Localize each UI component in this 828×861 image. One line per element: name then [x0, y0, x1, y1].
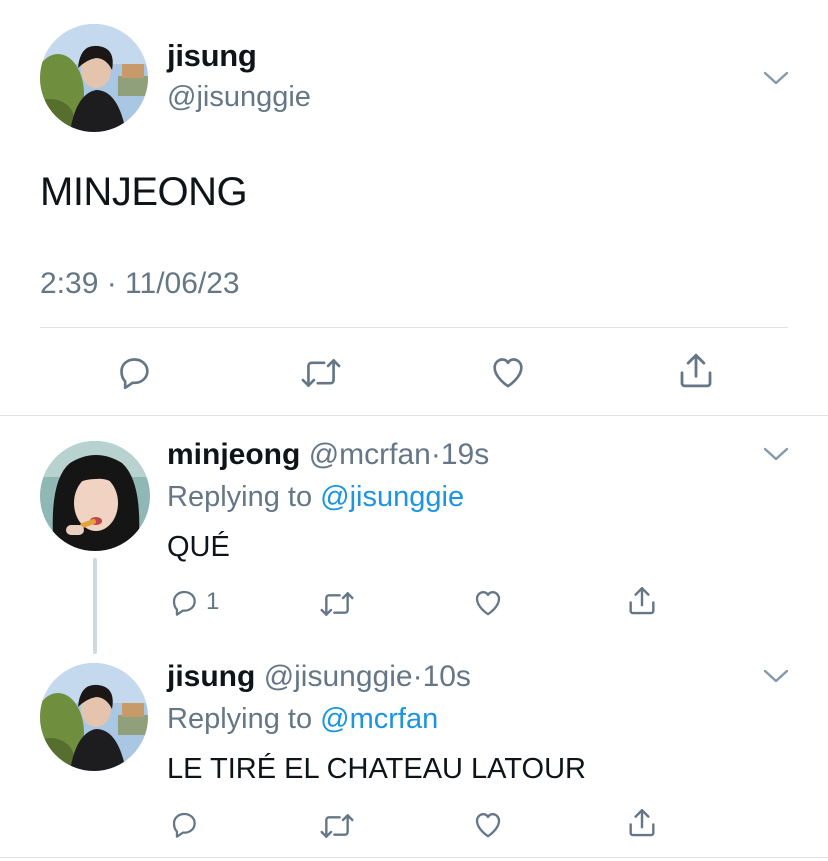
reply-icon — [172, 812, 196, 838]
reply-2-display-name[interactable]: jisung — [167, 660, 255, 693]
share-icon — [629, 587, 655, 615]
reply-2-like-button[interactable] — [471, 808, 505, 841]
reply-icon — [120, 358, 149, 390]
reply-2-chevron-down-icon[interactable] — [763, 668, 789, 684]
reply-1-time[interactable]: 19s — [441, 438, 489, 471]
reply-1-like-button[interactable] — [471, 586, 505, 619]
avatar-jisung[interactable] — [40, 24, 148, 132]
avatar-minjeong[interactable] — [40, 441, 150, 551]
main-tweet-handle[interactable]: @jisunggie — [167, 81, 311, 114]
retweet-icon — [320, 814, 354, 838]
avatar-minjeong-image — [40, 441, 150, 551]
share-icon — [680, 353, 712, 388]
retweet-icon — [320, 592, 354, 616]
share-icon — [629, 809, 655, 837]
reply-icon — [172, 590, 196, 616]
reply-1-chevron-down-icon[interactable] — [763, 446, 789, 462]
avatar-jisung-image — [40, 24, 148, 132]
main-tweet-display-name[interactable]: jisung — [167, 38, 257, 74]
thread-connector-line — [93, 558, 97, 654]
reply-1-separator: · — [430, 438, 441, 471]
reply-1-reply-count: 1 — [206, 588, 220, 615]
section-divider — [0, 415, 828, 416]
reply-2-replying-to-link[interactable]: @mcrfan — [320, 703, 438, 735]
avatar-jisung-reply-image — [40, 663, 148, 771]
reply-2-reply-button[interactable] — [168, 808, 206, 840]
main-tweet-chevron-down-icon[interactable] — [763, 70, 789, 86]
reply-2-separator: · — [412, 660, 423, 693]
reply-1-retweet-button[interactable] — [318, 588, 356, 620]
main-share-button[interactable] — [675, 350, 717, 392]
reply-2-share-button[interactable] — [625, 806, 659, 840]
reply-2-time[interactable]: 10s — [423, 660, 471, 693]
reply-1-header: minjeong @mcrfan·19s — [167, 438, 489, 472]
reply-2-retweet-button[interactable] — [318, 810, 356, 842]
main-reply-button[interactable] — [114, 352, 154, 392]
main-tweet-timestamp: 2:39 · 11/06/23 — [40, 267, 240, 300]
retweet-icon — [301, 359, 341, 387]
main-like-button[interactable] — [487, 352, 529, 392]
reply-1-display-name[interactable]: minjeong — [167, 438, 300, 471]
reply-2-handle[interactable]: @jisunggie — [264, 660, 413, 693]
reply-2-replying-prefix: Replying to — [167, 703, 321, 735]
reply-1-reply-button[interactable]: 1 — [168, 586, 219, 618]
like-icon — [475, 813, 501, 838]
reply-1-replying-to: Replying to @jisunggie — [167, 481, 464, 514]
main-tweet-divider — [40, 327, 788, 328]
like-icon — [475, 591, 501, 616]
bottom-divider — [0, 857, 828, 858]
like-icon — [493, 358, 523, 388]
reply-1-replying-prefix: Replying to — [167, 481, 321, 513]
reply-1-text: QUÉ — [167, 531, 230, 563]
main-retweet-button[interactable] — [299, 354, 343, 392]
reply-2-text: LE TIRÉ EL CHATEAU LATOUR — [167, 753, 586, 785]
reply-2-header: jisung @jisunggie·10s — [167, 660, 471, 694]
avatar-jisung-reply[interactable] — [40, 663, 148, 771]
reply-1-replying-to-link[interactable]: @jisunggie — [320, 481, 464, 513]
reply-1-handle[interactable]: @mcrfan — [309, 438, 431, 471]
reply-2-replying-to: Replying to @mcrfan — [167, 703, 438, 736]
main-tweet-text: MINJEONG — [40, 170, 248, 214]
reply-1-share-button[interactable] — [625, 584, 659, 618]
